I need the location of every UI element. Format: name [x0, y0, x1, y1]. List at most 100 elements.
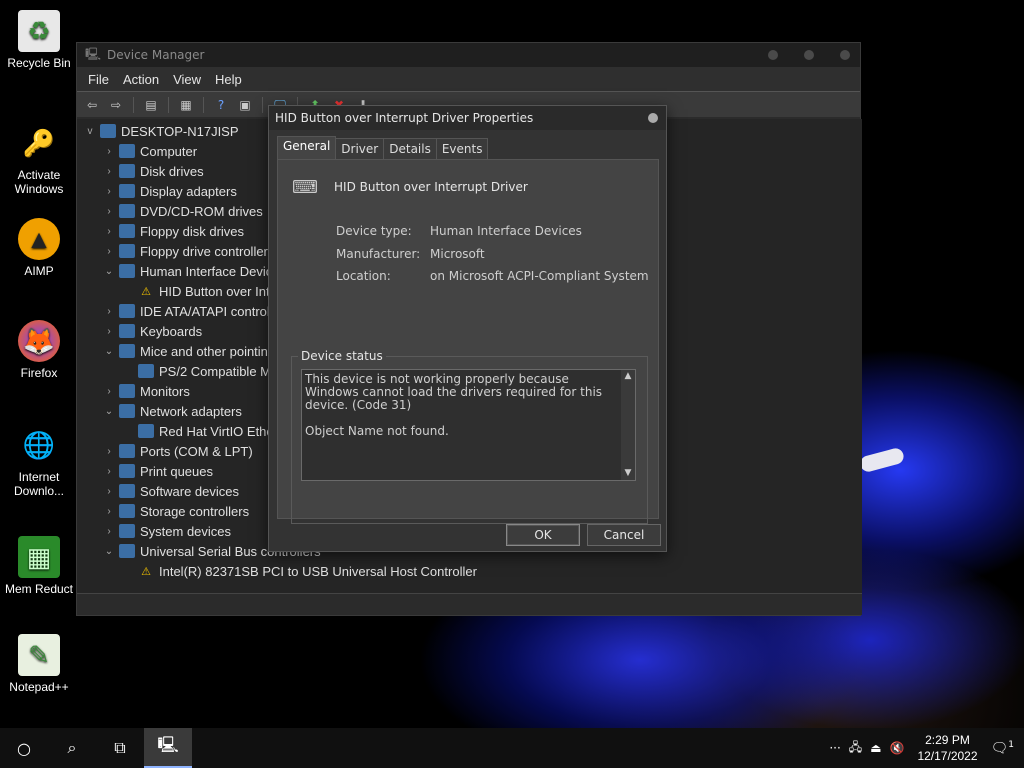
safely-remove-icon[interactable]: ⏏: [870, 741, 881, 755]
prop-key: Device type:: [336, 224, 412, 239]
device-category-icon: [119, 204, 135, 218]
desktop-icon-label: Internet Downlo...: [13, 470, 65, 498]
tree-node-label: Red Hat VirtIO Ether: [159, 423, 278, 439]
search-icon[interactable]: ⌕: [48, 728, 96, 768]
task-view-icon[interactable]: ⧉: [96, 728, 144, 768]
forward-arrow-icon[interactable]: ⇨: [107, 97, 125, 113]
network-icon[interactable]: 🖧: [849, 738, 862, 759]
taskbar: ○ ⌕ ⧉ 🖳 ··· 🖧 ⏏ 🔇 2:29 PM 12/17/2022 🗨1: [0, 728, 1024, 768]
clock[interactable]: 2:29 PM 12/17/2022: [912, 732, 982, 764]
prop-key: Location:: [336, 269, 391, 284]
tab-general[interactable]: General: [277, 136, 337, 159]
prop-value: Human Interface Devices: [430, 224, 582, 239]
tab-events[interactable]: Events: [435, 138, 489, 159]
help-icon[interactable]: ?: [212, 97, 230, 113]
show-hidden-icons-icon[interactable]: ···: [829, 741, 840, 755]
tree-node-label: DVD/CD-ROM drives: [140, 203, 263, 219]
tree-node-label: Display adapters: [140, 183, 237, 199]
expand-caret[interactable]: ⌄: [102, 406, 116, 417]
expand-caret[interactable]: ⌄: [102, 346, 116, 357]
action-pane-icon[interactable]: ▣: [236, 97, 254, 113]
expand-caret[interactable]: ›: [102, 466, 116, 477]
prop-device-type: Device type: Human Interface Devices: [336, 220, 649, 243]
tab-details[interactable]: Details: [383, 138, 437, 159]
tree-node-label: Storage controllers: [140, 503, 250, 519]
desktop-icon-internet-download[interactable]: 🌐 Internet Downlo...: [2, 424, 76, 499]
start-button[interactable]: ○: [0, 728, 48, 768]
desktop-icon-label: Mem Reduct: [4, 582, 74, 596]
menu-action[interactable]: Action: [118, 70, 164, 89]
show-hide-console-tree-icon[interactable]: ▤: [142, 97, 160, 113]
tree-node-label: Intel(R) 82371SB PCI to USB Universal Ho…: [159, 563, 477, 579]
tree-node-label: Print queues: [140, 463, 213, 479]
desktop-icon-activate-windows[interactable]: 🔑 Activate Windows: [2, 122, 76, 197]
back-arrow-icon[interactable]: ⇦: [83, 97, 101, 113]
tree-node-label: Floppy disk drives: [140, 223, 245, 239]
expand-caret[interactable]: ›: [102, 226, 116, 237]
volume-muted-icon[interactable]: 🔇: [890, 741, 905, 755]
expand-caret[interactable]: ›: [102, 326, 116, 337]
tree-node-label: Monitors: [140, 383, 190, 399]
menu-bar: File Action View Help: [77, 67, 860, 91]
expand-caret[interactable]: ›: [102, 166, 116, 177]
expand-caret[interactable]: ›: [102, 306, 116, 317]
device-name: HID Button over Interrupt Driver: [334, 180, 528, 194]
expand-caret[interactable]: ›: [102, 526, 116, 537]
expand-caret[interactable]: ›: [102, 246, 116, 257]
menu-file[interactable]: File: [83, 70, 114, 89]
status-scrollbar[interactable]: ▲ ▼: [621, 370, 635, 480]
menu-view[interactable]: View: [168, 70, 206, 89]
tree-node-label: Network adapters: [140, 403, 242, 419]
status-bar: [77, 593, 862, 615]
desktop-icon-mem-reduct[interactable]: ▦ Mem Reduct: [2, 536, 76, 596]
device-category-icon: [138, 424, 154, 438]
prop-key: Manufacturer:: [336, 246, 421, 261]
expand-caret[interactable]: ⌄: [102, 266, 116, 277]
dialog-tabs: General Driver Details Events: [277, 136, 489, 159]
device-category-icon: [119, 324, 135, 338]
device-category-icon: [119, 144, 135, 158]
desktop-icon-aimp[interactable]: ▲ AIMP: [2, 218, 76, 278]
desktop-icon-firefox[interactable]: 🦊 Firefox: [2, 320, 76, 380]
device-category-icon: [119, 304, 135, 318]
minimize-button[interactable]: [768, 50, 778, 60]
tree-node-label: HID Button over Inte: [159, 283, 277, 299]
expand-caret[interactable]: ›: [102, 446, 116, 457]
expand-caret[interactable]: ⌄: [102, 546, 116, 557]
cancel-button[interactable]: Cancel: [587, 524, 661, 546]
properties-icon[interactable]: ▦: [177, 97, 195, 113]
expand-caret[interactable]: v: [83, 126, 97, 137]
tree-node-label: Ports (COM & LPT): [140, 443, 253, 459]
expand-caret[interactable]: ›: [102, 186, 116, 197]
status-error: Object Name not found.: [305, 424, 449, 438]
memory-chip-icon: ▦: [18, 536, 60, 578]
menu-help[interactable]: Help: [210, 70, 247, 89]
expand-caret[interactable]: ›: [102, 506, 116, 517]
device-category-icon: [119, 484, 135, 498]
device-manager-titlebar[interactable]: 🖳 Device Manager: [77, 43, 860, 67]
tab-driver[interactable]: Driver: [335, 138, 385, 159]
taskbar-device-manager[interactable]: 🖳: [144, 728, 192, 768]
dialog-close-button[interactable]: [648, 113, 658, 123]
tree-node-label: Computer: [140, 143, 198, 159]
dialog-titlebar[interactable]: HID Button over Interrupt Driver Propert…: [269, 106, 666, 130]
toolbar-separator: [168, 96, 169, 113]
expand-caret[interactable]: ›: [102, 206, 116, 217]
hid-device-icon: ⌨: [292, 176, 318, 198]
expand-caret[interactable]: ›: [102, 386, 116, 397]
expand-caret[interactable]: ›: [102, 486, 116, 497]
maximize-button[interactable]: [804, 50, 814, 60]
tree-node[interactable]: ⚠ Intel(R) 82371SB PCI to USB Universal H…: [83, 561, 477, 581]
close-button[interactable]: [840, 50, 850, 60]
device-category-icon: [119, 244, 135, 258]
desktop-icon-notepad-plus-plus[interactable]: ✎ Notepad++: [2, 634, 76, 694]
ok-button[interactable]: OK: [506, 524, 580, 546]
device-manager-app-icon: 🖳: [85, 46, 102, 61]
clock-time: 2:29 PM: [925, 733, 970, 747]
desktop-icon-recycle-bin[interactable]: ♻ Recycle Bin: [2, 10, 76, 70]
scroll-down-icon[interactable]: ▼: [625, 467, 632, 480]
scroll-up-icon[interactable]: ▲: [625, 370, 632, 383]
expand-caret[interactable]: ›: [102, 146, 116, 157]
device-status-textbox[interactable]: This device is not working properly beca…: [301, 369, 636, 481]
notifications-icon[interactable]: 🗨1: [990, 740, 1014, 757]
